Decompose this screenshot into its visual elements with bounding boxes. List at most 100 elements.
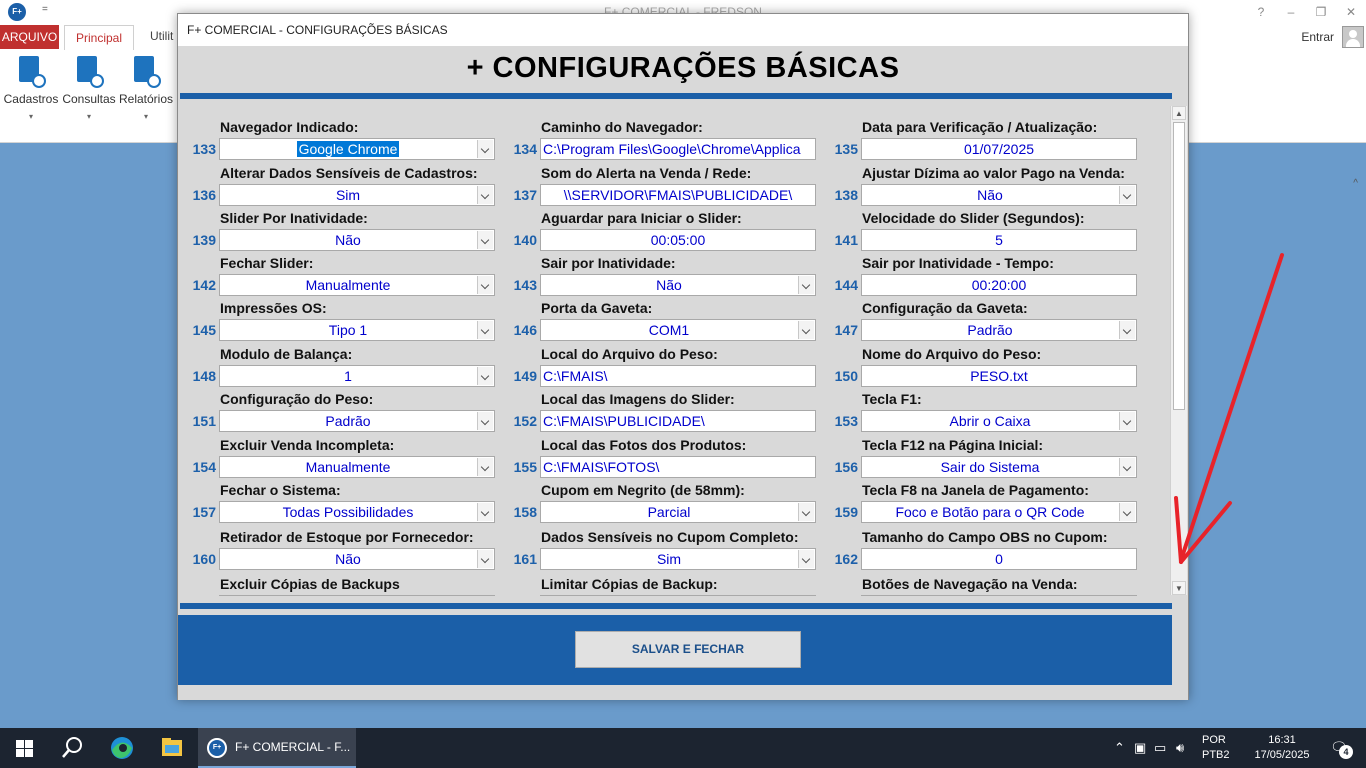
chevron-down-icon[interactable] <box>477 276 493 294</box>
field-input[interactable]: C:\FMAIS\ <box>540 365 816 387</box>
field-dropdown[interactable]: Manualmente <box>219 274 495 296</box>
notification-count: 4 <box>1339 745 1353 759</box>
field-value: Tipo 1 <box>328 322 368 338</box>
minimize-icon[interactable]: – <box>1276 0 1306 24</box>
network-icon[interactable]: ▭ <box>1154 740 1166 756</box>
dialog-heading: + CONFIGURAÇÕES BÁSICAS <box>466 52 900 84</box>
scroll-thumb[interactable] <box>1173 122 1185 410</box>
field-dropdown[interactable]: Todas Possibilidades <box>219 501 495 523</box>
collapse-ribbon-icon[interactable]: ^ <box>1353 178 1358 189</box>
sign-in-link[interactable]: Entrar <box>1301 30 1334 44</box>
chevron-down-icon[interactable] <box>798 503 814 521</box>
volume-icon[interactable]: 🔊︎ <box>1176 740 1184 756</box>
field-value: COM1 <box>648 322 690 338</box>
user-avatar-icon[interactable] <box>1342 26 1364 48</box>
restore-icon[interactable]: ❐ <box>1306 0 1336 24</box>
tab-utilitarios[interactable]: Utilit <box>150 29 173 43</box>
folder-icon <box>162 738 182 756</box>
chevron-down-icon[interactable] <box>477 550 493 568</box>
field-input[interactable]: 01/07/2025 <box>861 138 1137 160</box>
field-dropdown[interactable]: Não <box>540 274 816 296</box>
edge-icon <box>111 737 133 759</box>
field-dropdown[interactable]: Foco e Botão para o QR Code <box>861 501 1137 523</box>
config-field-150: Nome do Arquivo do Peso: 150 PESO.txt <box>820 346 1160 390</box>
file-explorer-button[interactable] <box>148 728 196 768</box>
field-dropdown[interactable]: Padrão <box>219 410 495 432</box>
field-dropdown[interactable]: 1 <box>219 365 495 387</box>
chevron-down-icon[interactable] <box>477 367 493 385</box>
chevron-down-icon[interactable] <box>477 321 493 339</box>
save-and-close-button[interactable]: SALVAR E FECHAR <box>575 631 801 668</box>
chevron-up-icon[interactable]: ⌃ <box>1114 740 1125 756</box>
edge-browser-button[interactable] <box>98 728 146 768</box>
field-input[interactable]: 0 <box>861 548 1137 570</box>
chevron-down-icon[interactable] <box>477 140 493 158</box>
fields-scroll-area[interactable]: Navegador Indicado: 133 Google Chrome Camin… <box>178 106 1168 596</box>
field-number: 155 <box>513 459 537 475</box>
field-dropdown[interactable]: Abrir o Caixa <box>861 410 1137 432</box>
chevron-down-icon[interactable] <box>798 321 814 339</box>
field-dropdown[interactable]: Manualmente <box>219 456 495 478</box>
close-icon[interactable]: ✕ <box>1336 0 1366 24</box>
config-field-145: Impressões OS: 145 Tipo 1 <box>178 300 518 344</box>
field-number: 149 <box>513 368 537 384</box>
notifications-button[interactable]: 🗨︎ 4 <box>1330 739 1353 759</box>
field-dropdown[interactable]: Padrão <box>861 319 1137 341</box>
chevron-down-icon[interactable] <box>1119 458 1135 476</box>
relatorios-button[interactable]: Relatórios ▾ <box>117 54 175 121</box>
search-button[interactable] <box>48 728 96 768</box>
field-input[interactable]: 5 <box>861 229 1137 251</box>
chevron-down-icon[interactable] <box>477 458 493 476</box>
field-value: C:\FMAIS\ <box>543 368 608 384</box>
meet-now-icon[interactable]: ▣ <box>1134 740 1146 756</box>
field-input[interactable]: \\SERVIDOR\FMAIS\PUBLICIDADE\ <box>540 184 816 206</box>
field-dropdown[interactable]: Sim <box>219 184 495 206</box>
config-field-141: Velocidade do Slider (Segundos): 141 5 <box>820 210 1160 254</box>
scroll-up-icon[interactable]: ▲ <box>1172 106 1186 120</box>
field-dropdown[interactable]: COM1 <box>540 319 816 341</box>
field-input[interactable]: C:\FMAIS\PUBLICIDADE\ <box>540 410 816 432</box>
field-dropdown[interactable]: Sim <box>540 548 816 570</box>
tab-principal[interactable]: Principal <box>64 25 134 50</box>
field-label: Velocidade do Slider (Segundos): <box>862 210 1085 226</box>
field-input[interactable]: 00:20:00 <box>861 274 1137 296</box>
vertical-scrollbar[interactable]: ▲ ▼ <box>1170 106 1187 595</box>
chevron-down-icon[interactable] <box>798 550 814 568</box>
cadastros-button[interactable]: Cadastros ▾ <box>2 54 60 121</box>
field-dropdown[interactable]: Não <box>219 229 495 251</box>
field-input[interactable]: PESO.txt <box>861 365 1137 387</box>
field-dropdown[interactable] <box>861 595 1137 596</box>
field-dropdown[interactable] <box>219 595 495 596</box>
field-label: Tamanho do Campo OBS no Cupom: <box>862 529 1108 545</box>
field-dropdown[interactable]: Tipo 1 <box>219 319 495 341</box>
chevron-down-icon[interactable] <box>1119 321 1135 339</box>
chevron-down-icon[interactable] <box>1119 186 1135 204</box>
taskbar-app-fcomercial[interactable]: F+ F+ COMERCIAL - F... <box>198 728 356 768</box>
field-input[interactable]: C:\Program Files\Google\Chrome\Applica <box>540 138 816 160</box>
field-dropdown[interactable]: Parcial <box>540 501 816 523</box>
field-dropdown[interactable]: Google Chrome <box>219 138 495 160</box>
chevron-down-icon[interactable] <box>798 276 814 294</box>
field-dropdown[interactable]: Não <box>861 184 1137 206</box>
field-input[interactable]: 00:05:00 <box>540 229 816 251</box>
chevron-down-icon[interactable] <box>477 503 493 521</box>
config-dialog: F+ COMERCIAL - CONFIGURAÇÕES BÁSICAS + C… <box>177 13 1189 700</box>
chevron-down-icon[interactable] <box>1119 412 1135 430</box>
tab-arquivo[interactable]: ARQUIVO <box>0 25 59 49</box>
field-dropdown[interactable] <box>540 595 816 596</box>
consultas-button[interactable]: Consultas ▾ <box>60 54 118 121</box>
chevron-down-icon[interactable] <box>477 231 493 249</box>
clock[interactable]: 16:31 17/05/2025 <box>1246 733 1318 763</box>
field-dropdown[interactable]: Sair do Sistema <box>861 456 1137 478</box>
chevron-down-icon[interactable] <box>1119 503 1135 521</box>
start-button[interactable] <box>0 728 48 768</box>
chevron-down-icon[interactable] <box>477 412 493 430</box>
field-dropdown[interactable]: Não <box>219 548 495 570</box>
field-input[interactable]: C:\FMAIS\FOTOS\ <box>540 456 816 478</box>
help-icon[interactable]: ? <box>1246 0 1276 24</box>
taskbar-app-label: F+ COMERCIAL - F... <box>235 740 351 754</box>
scroll-down-icon[interactable]: ▼ <box>1172 581 1186 595</box>
language-indicator[interactable]: POR PTB2 <box>1202 733 1230 763</box>
chevron-down-icon[interactable] <box>477 186 493 204</box>
field-label: Limitar Cópias de Backup: <box>541 576 718 592</box>
